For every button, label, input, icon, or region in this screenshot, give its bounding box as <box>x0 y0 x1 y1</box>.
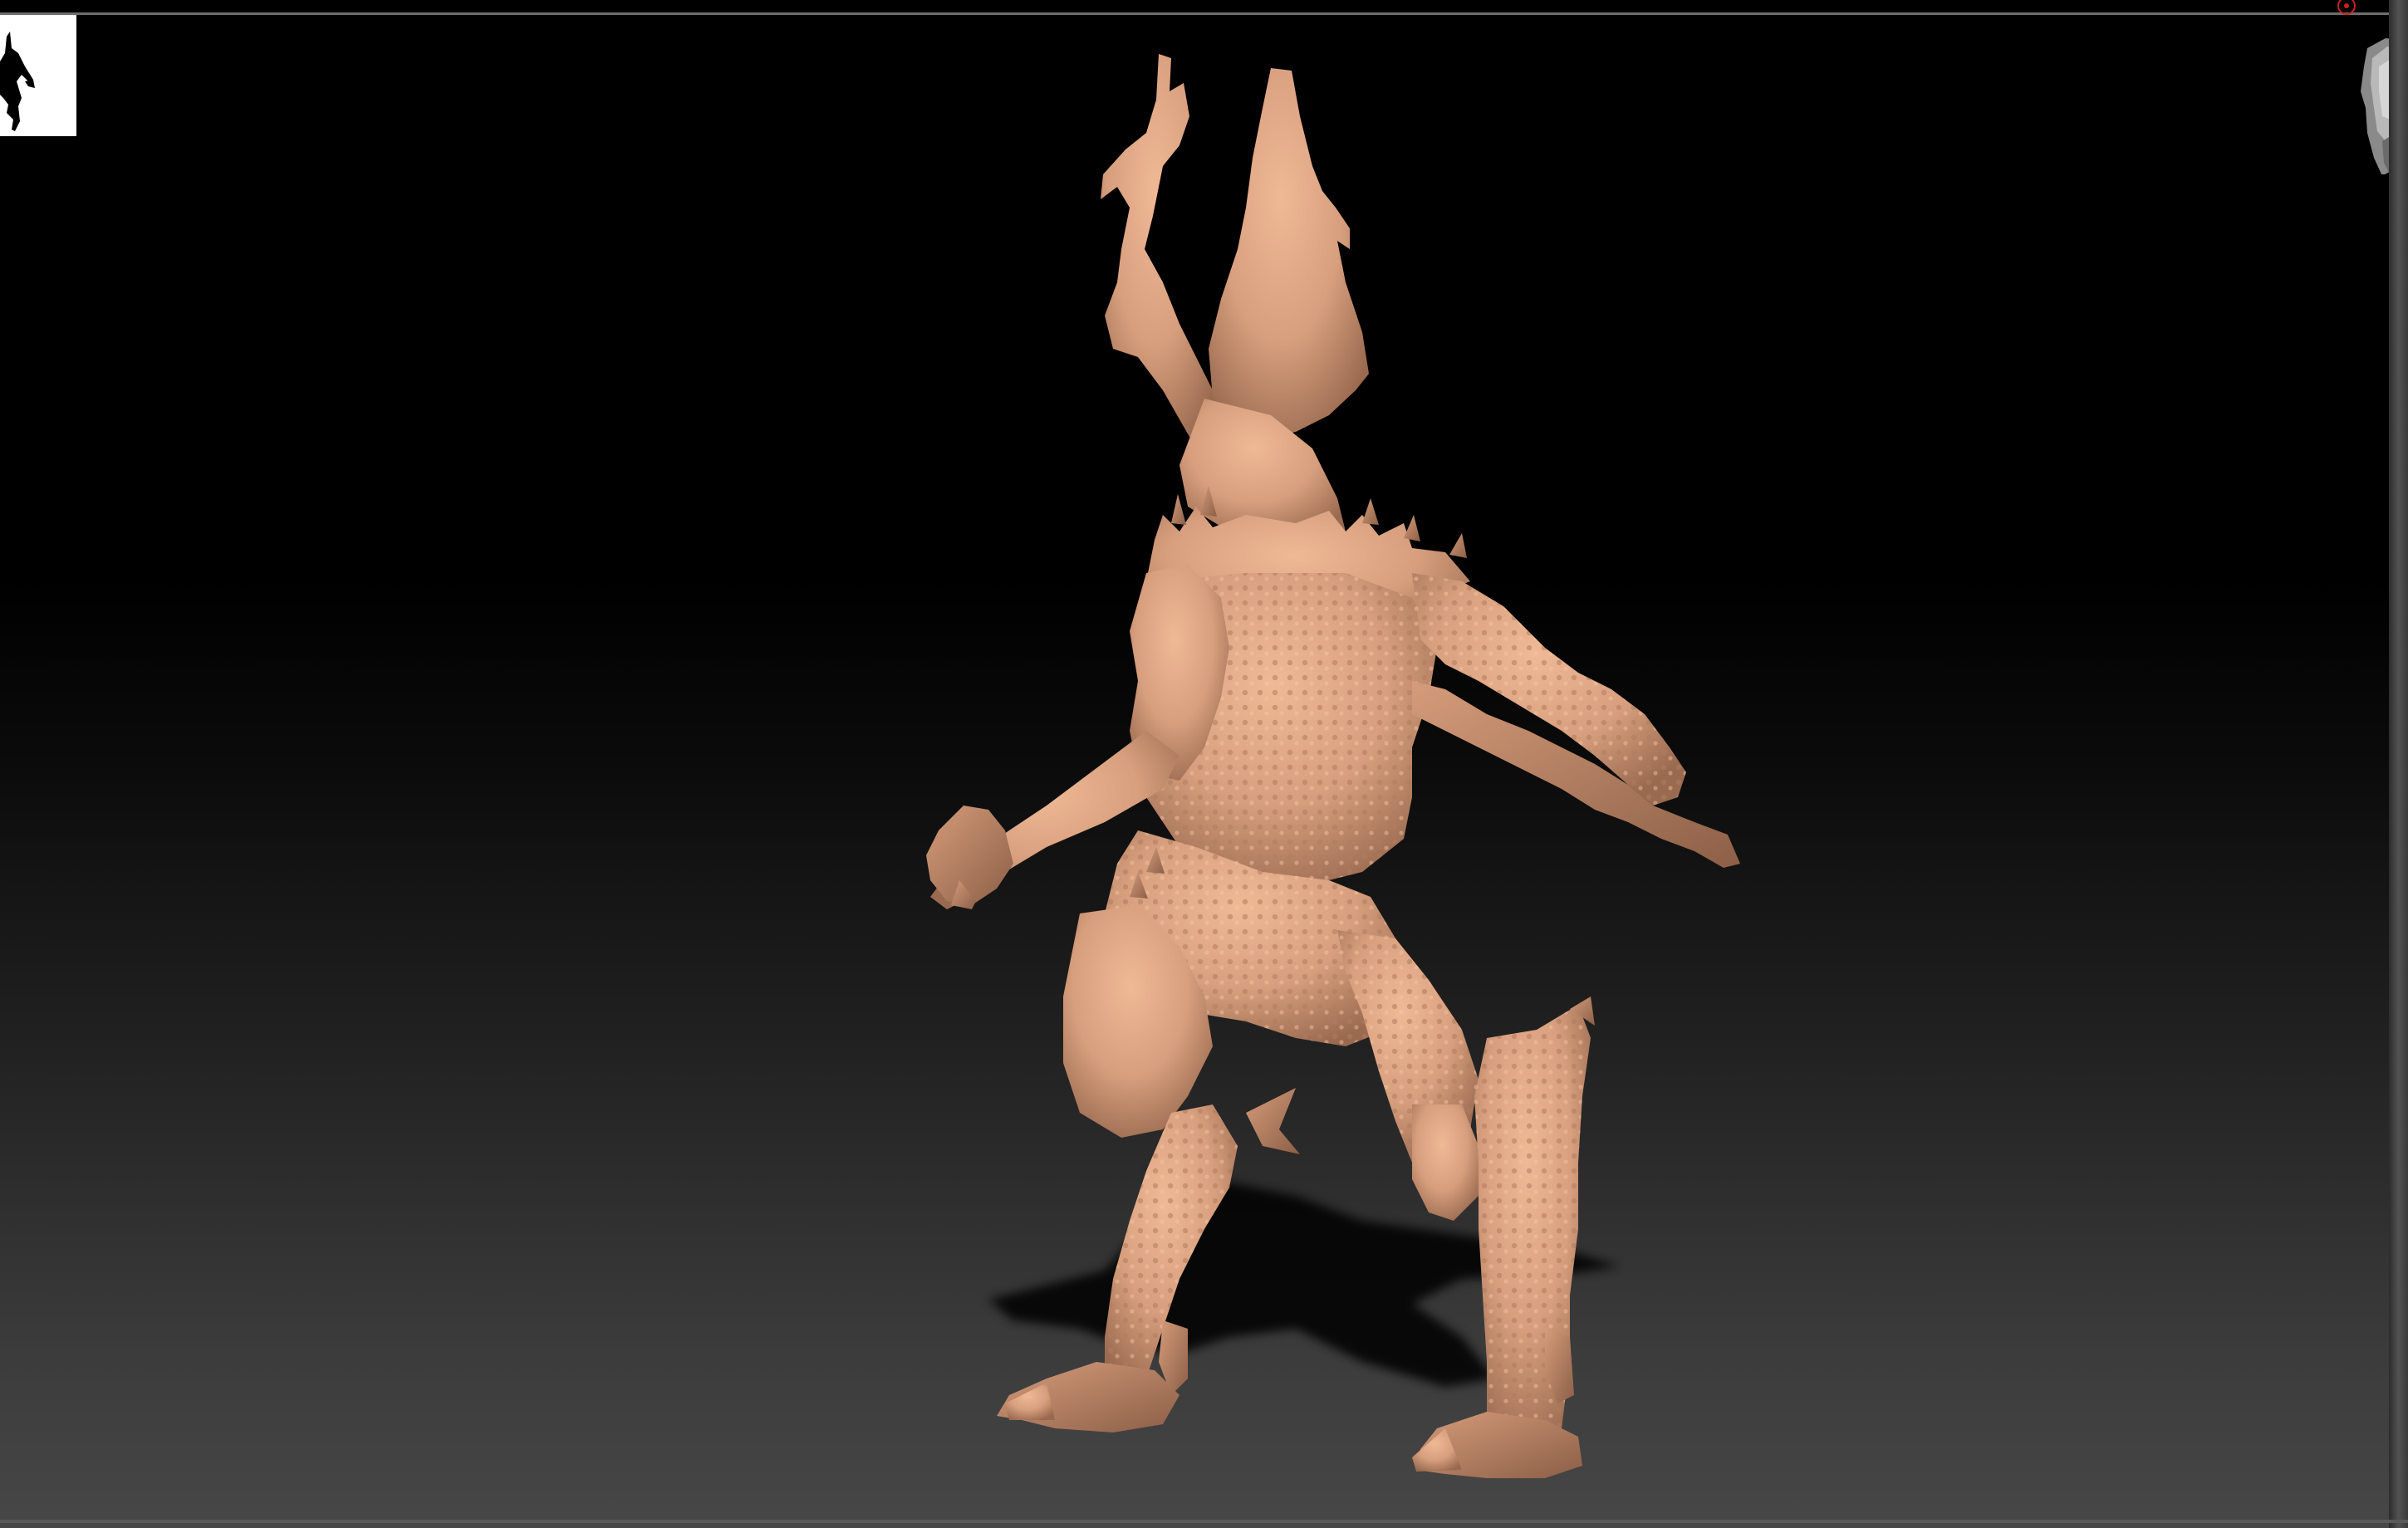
model-silhouette-icon <box>0 32 35 131</box>
3d-viewport[interactable] <box>0 0 2408 1528</box>
right-edge-scrollbar[interactable] <box>2389 0 2408 1528</box>
sculpted-creature-model[interactable] <box>0 0 2408 1528</box>
model-thumbnail[interactable] <box>0 15 76 136</box>
bottom-divider <box>0 1520 2408 1523</box>
record-indicator-icon <box>2337 0 2356 15</box>
